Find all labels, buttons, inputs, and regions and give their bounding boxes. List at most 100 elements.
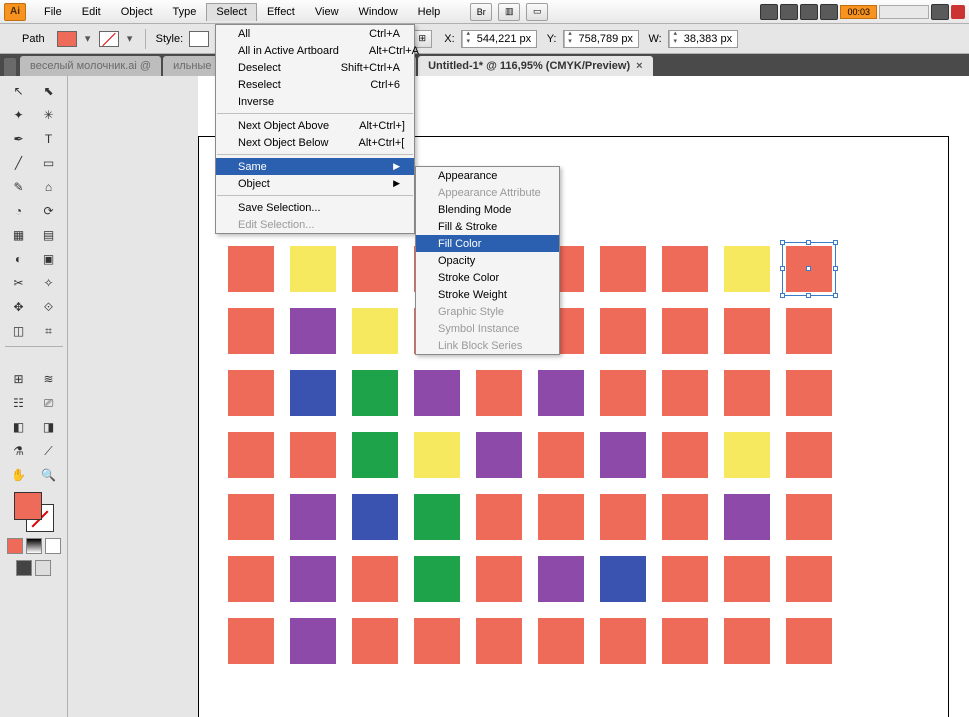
tool-8[interactable]: ✎ [5, 176, 33, 198]
grid-square[interactable] [476, 432, 522, 478]
grid-square[interactable] [538, 370, 584, 416]
tool-11[interactable]: ⟳ [35, 200, 63, 222]
menu-item-opacity[interactable]: Opacity [416, 252, 559, 269]
menu-item-inverse[interactable]: Inverse [216, 93, 414, 110]
menu-item-reselect[interactable]: ReselectCtrl+6 [216, 76, 414, 93]
grid-square[interactable] [600, 432, 646, 478]
grid-square[interactable] [352, 618, 398, 664]
stroke-swatch[interactable] [99, 31, 119, 47]
select-menu[interactable]: AllCtrl+AAll in Active ArtboardAlt+Ctrl+… [215, 24, 415, 234]
grid-square[interactable] [290, 246, 336, 292]
rt-btn-1[interactable] [760, 4, 778, 20]
tool-0[interactable]: ↖ [5, 80, 33, 102]
menu-effect[interactable]: Effect [257, 3, 305, 21]
menu-item-fill-color[interactable]: Fill Color [416, 235, 559, 252]
bridge-button[interactable]: Br [470, 3, 492, 21]
document-tab[interactable]: веселый молочник.ai @ [20, 56, 161, 76]
grid-square[interactable] [228, 432, 274, 478]
grid-square[interactable] [352, 556, 398, 602]
tool-3[interactable]: ✳ [35, 104, 63, 126]
menu-type[interactable]: Type [163, 3, 207, 21]
grid-square[interactable] [786, 370, 832, 416]
grid-square[interactable] [228, 494, 274, 540]
grid-square[interactable] [662, 432, 708, 478]
menu-object[interactable]: Object [111, 3, 163, 21]
grid-square[interactable] [290, 308, 336, 354]
grid-square[interactable] [600, 308, 646, 354]
grid-square[interactable] [600, 556, 646, 602]
tool-28[interactable]: ⚗ [5, 440, 33, 462]
grid-square[interactable] [662, 308, 708, 354]
grid-square[interactable] [600, 246, 646, 292]
stroke-dd[interactable]: ▾ [125, 32, 135, 45]
grid-square[interactable] [228, 308, 274, 354]
grid-square[interactable] [352, 432, 398, 478]
close-icon[interactable]: × [636, 60, 642, 72]
y-field[interactable]: ▴▾ [563, 30, 639, 48]
grid-square[interactable] [724, 556, 770, 602]
screen-normal[interactable] [16, 560, 32, 576]
tool-12[interactable]: ▦ [5, 224, 33, 246]
menu-item-object[interactable]: Object▶ [216, 175, 414, 192]
menu-item-blending-mode[interactable]: Blending Mode [416, 201, 559, 218]
grid-square[interactable] [662, 556, 708, 602]
menu-view[interactable]: View [305, 3, 349, 21]
menu-item-stroke-color[interactable]: Stroke Color [416, 269, 559, 286]
grid-square[interactable] [228, 556, 274, 602]
menu-item-fill-stroke[interactable]: Fill & Stroke [416, 218, 559, 235]
tool-14[interactable]: ◐ [5, 248, 33, 270]
tool-27[interactable]: ◨ [35, 416, 63, 438]
tool-25[interactable]: ⎚ [35, 392, 63, 414]
grid-square[interactable] [290, 618, 336, 664]
grid-square[interactable] [290, 370, 336, 416]
tool-30[interactable]: ✋ [5, 464, 33, 486]
rt-close[interactable] [951, 5, 965, 19]
tool-4[interactable]: ✒ [5, 128, 33, 150]
grid-square[interactable] [662, 618, 708, 664]
tool-5[interactable]: T [35, 128, 63, 150]
grid-square[interactable] [538, 618, 584, 664]
grid-square[interactable] [662, 494, 708, 540]
tool-6[interactable]: ╱ [5, 152, 33, 174]
tool-20[interactable]: ◫ [5, 320, 33, 342]
tool-13[interactable]: ▤ [35, 224, 63, 246]
arrange-button[interactable]: ▥ [498, 3, 520, 21]
tool-24[interactable]: ☷ [5, 392, 33, 414]
tool-26[interactable]: ◧ [5, 416, 33, 438]
grid-square[interactable] [228, 618, 274, 664]
menu-item-save-selection-[interactable]: Save Selection... [216, 199, 414, 216]
menu-item-deselect[interactable]: DeselectShift+Ctrl+A [216, 59, 414, 76]
menu-file[interactable]: File [34, 3, 72, 21]
menu-item-next-object-below[interactable]: Next Object BelowAlt+Ctrl+[ [216, 134, 414, 151]
menu-item-appearance[interactable]: Appearance [416, 167, 559, 184]
tool-29[interactable]: ⟋ [35, 440, 63, 462]
same-submenu[interactable]: AppearanceAppearance AttributeBlending M… [415, 166, 560, 355]
grid-square[interactable] [414, 432, 460, 478]
tool-9[interactable]: ⌂ [35, 176, 63, 198]
grid-square[interactable] [352, 494, 398, 540]
tool-31[interactable]: 🔍 [35, 464, 63, 486]
grid-square[interactable] [476, 618, 522, 664]
grid-square[interactable] [414, 494, 460, 540]
menu-item-next-object-above[interactable]: Next Object AboveAlt+Ctrl+] [216, 117, 414, 134]
grid-square[interactable] [476, 494, 522, 540]
tool-16[interactable]: ✂ [5, 272, 33, 294]
rt-btn-5[interactable] [931, 4, 949, 20]
grid-square[interactable] [414, 618, 460, 664]
tool-7[interactable]: ▭ [35, 152, 63, 174]
grid-square[interactable] [724, 494, 770, 540]
none-mode[interactable] [45, 538, 61, 554]
grid-square[interactable] [786, 308, 832, 354]
style-swatch[interactable] [189, 31, 209, 47]
grid-square[interactable] [352, 370, 398, 416]
screen-mode-button[interactable]: ▭ [526, 3, 548, 21]
grid-square[interactable] [290, 556, 336, 602]
grid-square[interactable] [538, 494, 584, 540]
grid-square[interactable] [786, 556, 832, 602]
gradient-mode[interactable] [26, 538, 42, 554]
grid-square[interactable] [724, 618, 770, 664]
grid-square[interactable] [476, 370, 522, 416]
grid-square[interactable] [228, 246, 274, 292]
grid-square[interactable] [352, 308, 398, 354]
menu-item-same[interactable]: Same▶ [216, 158, 414, 175]
